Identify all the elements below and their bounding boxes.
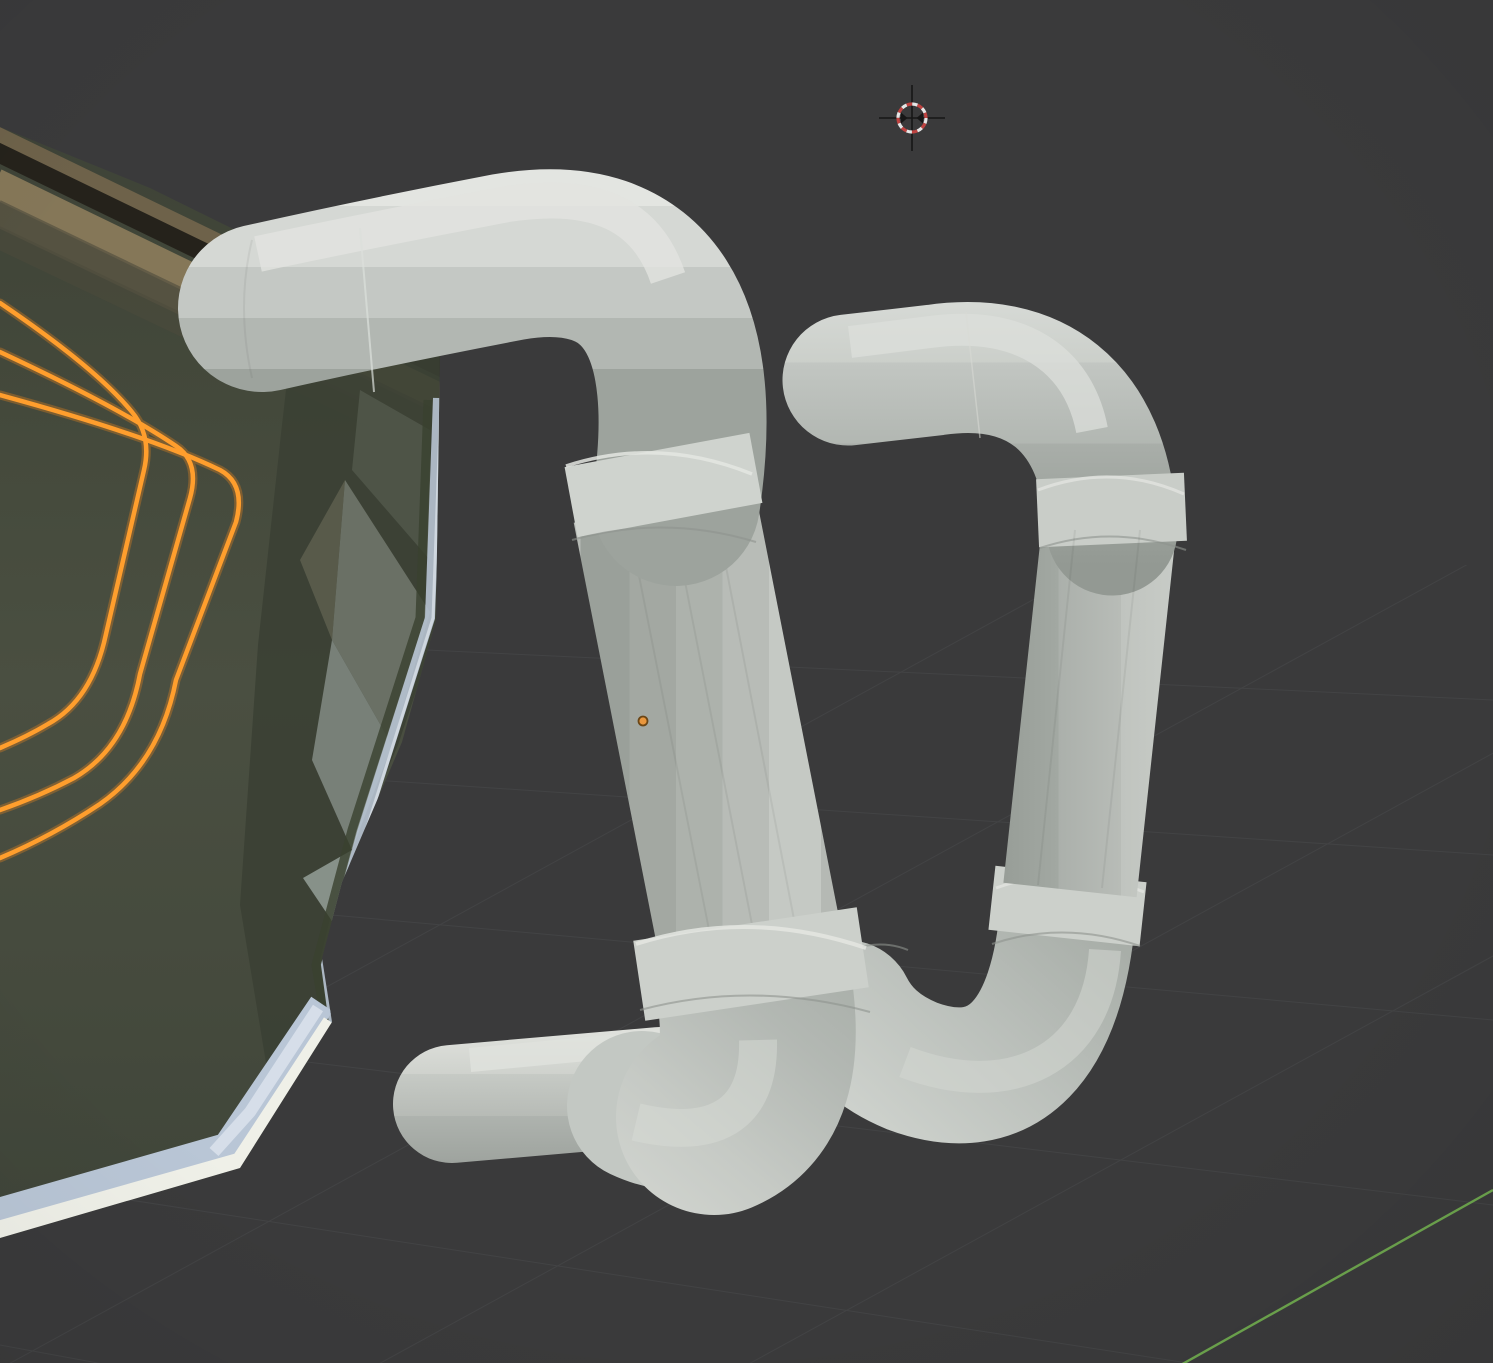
viewport-canvas[interactable] [0, 0, 1493, 1363]
viewport-vignette [0, 0, 1493, 1363]
blender-3d-viewport[interactable] [0, 0, 1493, 1363]
